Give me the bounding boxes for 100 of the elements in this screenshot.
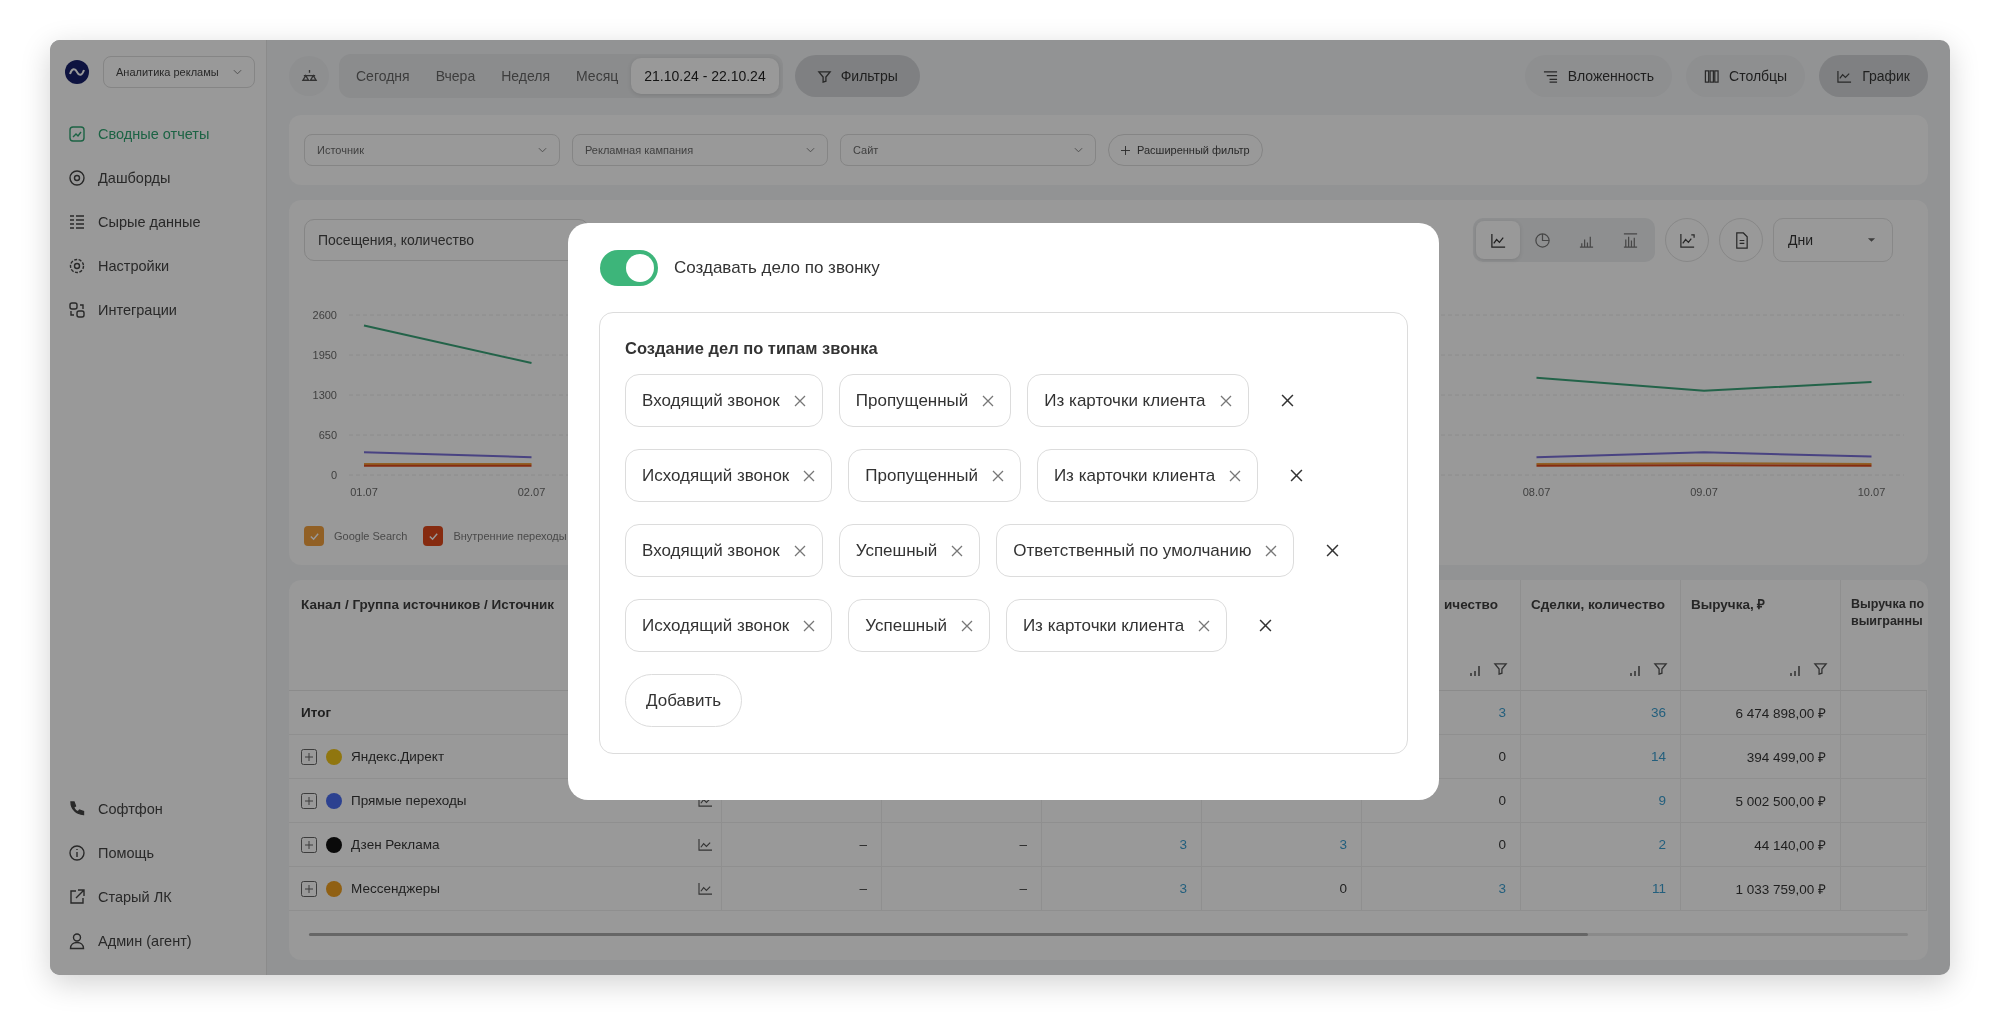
table-cell: – xyxy=(1019,837,1027,852)
period-tab[interactable]: Сегодня xyxy=(343,58,423,94)
source-name[interactable]: Яндекс.Директ xyxy=(351,749,445,764)
dashboard-icon xyxy=(68,169,86,187)
tag-chip[interactable]: Пропущенный xyxy=(838,374,1012,427)
filter-icon[interactable] xyxy=(1493,661,1508,676)
sort-bars-icon[interactable] xyxy=(1629,664,1643,676)
expand-icon[interactable] xyxy=(301,792,317,809)
tag-chip[interactable]: Входящий звонок xyxy=(625,524,823,577)
checkmark-icon xyxy=(427,530,439,542)
tag-chip[interactable]: Исходящий звонок xyxy=(625,449,833,502)
x-axis-label: 02.07 xyxy=(517,486,546,498)
x-axis-label: 10.07 xyxy=(1857,486,1886,498)
table-cell: 0 xyxy=(1498,793,1506,808)
tag-chip[interactable]: Из карточки клиента xyxy=(1027,374,1249,427)
period-tab[interactable]: 21.10.24 - 22.10.24 xyxy=(631,58,779,94)
close-icon[interactable] xyxy=(803,469,816,482)
tag-chip[interactable]: Из карточки клиента xyxy=(1036,449,1259,502)
legend-label: Внутренние переходы xyxy=(453,530,567,542)
filters-button[interactable]: Фильтры xyxy=(794,55,920,97)
chart-type-button[interactable] xyxy=(1476,221,1520,259)
legend-checkbox[interactable] xyxy=(304,526,324,546)
close-icon[interactable] xyxy=(803,619,816,632)
interval-select[interactable]: Дни xyxy=(1773,218,1893,262)
toggle-label: Создавать дело по звонку xyxy=(674,258,880,278)
integration-icon xyxy=(68,301,86,319)
tag-chip[interactable]: Пропущенный xyxy=(848,449,1021,502)
legend-label: Google Search xyxy=(334,530,408,542)
table-cell-text: 6 474 898,00 ₽ xyxy=(1735,704,1826,722)
close-icon[interactable] xyxy=(793,394,806,407)
expand-icon[interactable] xyxy=(301,836,317,853)
scrollbar-thumb[interactable] xyxy=(309,933,1589,936)
source-name[interactable]: Прямые переходы xyxy=(351,793,467,808)
pie-chart-icon xyxy=(1533,231,1551,249)
close-icon[interactable] xyxy=(951,544,964,557)
column-header: Выручка по выигранны xyxy=(1851,597,1925,628)
sidebar-item[interactable]: Софтфон xyxy=(50,787,266,831)
filter-icon[interactable] xyxy=(1813,661,1828,676)
source-name[interactable]: Дзен Реклама xyxy=(351,837,440,852)
account-dropdown[interactable]: Аналитика рекламы xyxy=(103,56,255,88)
expand-icon[interactable] xyxy=(301,880,317,897)
sidebar-item[interactable]: Интеграции xyxy=(50,288,266,332)
tag-chip[interactable]: Успешный xyxy=(848,599,990,652)
tag-chip[interactable]: Из карточки клиента xyxy=(1005,599,1228,652)
tag-chip[interactable]: Входящий звонок xyxy=(625,374,823,427)
close-icon[interactable] xyxy=(1198,619,1211,632)
tag-chip[interactable]: Исходящий звонок xyxy=(625,599,833,652)
view-button[interactable]: График xyxy=(1819,55,1928,97)
trend-chart-icon xyxy=(1678,231,1696,249)
close-icon[interactable] xyxy=(960,619,973,632)
legend-checkbox[interactable] xyxy=(423,526,444,546)
filter-select[interactable]: Рекламная кампания xyxy=(572,134,828,166)
checkmark-icon xyxy=(308,530,320,542)
close-icon[interactable] xyxy=(982,394,995,407)
sidebar-item[interactable]: Настройки xyxy=(50,244,266,288)
compare-button[interactable] xyxy=(289,56,329,96)
toggle-switch[interactable] xyxy=(600,250,658,286)
table-cell: – xyxy=(1019,881,1027,896)
close-icon[interactable] xyxy=(793,544,806,557)
nesting-icon xyxy=(1542,68,1558,84)
table-cell: 0 xyxy=(1339,881,1347,896)
sort-bars-icon[interactable] xyxy=(1469,664,1483,676)
filter-icon xyxy=(816,68,832,84)
advanced-filter-button[interactable]: Расширенный фильтр xyxy=(1108,134,1263,166)
sidebar-item[interactable]: Помощь xyxy=(50,831,266,875)
close-icon xyxy=(1290,469,1304,482)
sidebar-item[interactable]: Дашборды xyxy=(50,156,266,200)
view-button[interactable]: Вложенность xyxy=(1524,55,1673,97)
filter-select[interactable]: Источник xyxy=(304,134,560,166)
sidebar-item[interactable]: Сырые данные xyxy=(50,200,266,244)
chevron-down-icon xyxy=(1074,147,1083,153)
close-icon[interactable] xyxy=(1219,394,1232,407)
columns-icon xyxy=(1704,68,1720,84)
table-cell-text: 1 033 759,00 ₽ xyxy=(1735,880,1826,898)
add-button[interactable]: Добавить xyxy=(625,674,743,727)
sort-bars-icon[interactable] xyxy=(1789,664,1803,676)
plus-icon xyxy=(1121,145,1130,155)
close-icon[interactable] xyxy=(1265,544,1278,557)
tag-chip[interactable]: Ответственный по умолчанию xyxy=(996,524,1295,577)
close-icon[interactable] xyxy=(991,469,1004,482)
view-button[interactable]: Столбцы xyxy=(1686,55,1806,97)
tag-chip[interactable]: Успешный xyxy=(838,524,981,577)
period-tab[interactable]: Неделя xyxy=(488,58,564,94)
report-icon xyxy=(68,125,86,143)
x-axis-label: 01.07 xyxy=(350,486,378,498)
trend-chart-button[interactable] xyxy=(1665,218,1709,262)
period-tab[interactable]: Месяц xyxy=(563,58,632,94)
line-chart-icon xyxy=(1837,68,1853,84)
column-header: Выручка, ₽ xyxy=(1691,597,1766,612)
close-icon[interactable] xyxy=(1229,469,1242,482)
sidebar-item[interactable]: Админ (агент) xyxy=(50,919,266,963)
source-name[interactable]: Мессенджеры xyxy=(351,881,440,896)
period-tab[interactable]: Вчера xyxy=(422,58,489,94)
expand-icon[interactable] xyxy=(301,748,317,765)
document-button[interactable] xyxy=(1719,218,1763,262)
sidebar-item[interactable]: Старый ЛК xyxy=(50,875,266,919)
filter-select[interactable]: Сайт xyxy=(840,134,1096,166)
filter-icon[interactable] xyxy=(1653,661,1668,676)
chevron-down-icon xyxy=(538,147,547,153)
table-cell: – xyxy=(859,881,867,896)
